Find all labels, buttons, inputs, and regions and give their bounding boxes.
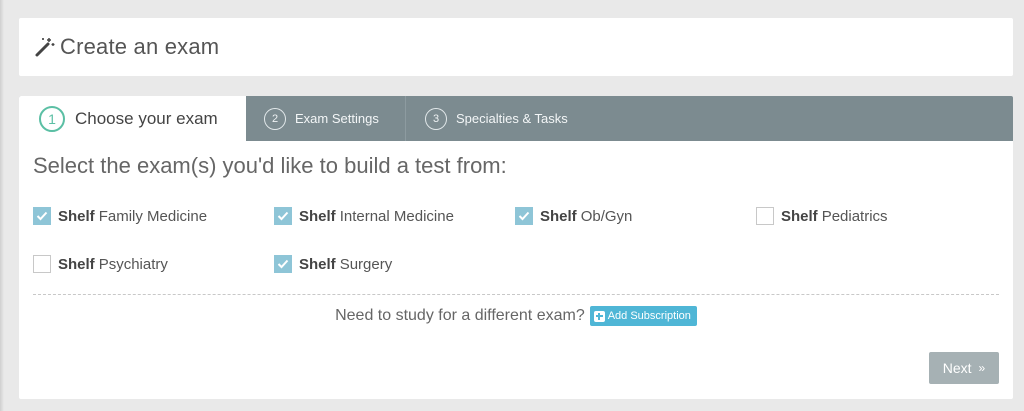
option-prefix: Shelf <box>781 207 818 225</box>
option-label: Ob/Gyn <box>580 207 633 225</box>
checkbox-checked[interactable] <box>274 207 292 225</box>
checkmark-icon <box>518 211 530 221</box>
checkmark-icon <box>277 211 289 221</box>
option-prefix: Shelf <box>540 207 577 225</box>
tab-choose-exam[interactable]: 1 Choose your exam <box>19 96 246 141</box>
page-title: Create an exam <box>60 34 220 59</box>
option-label: Pediatrics <box>821 207 888 225</box>
tab-label: Choose your exam <box>75 108 218 128</box>
tab-label: Exam Settings <box>295 111 379 126</box>
dashed-divider <box>33 294 999 295</box>
checkbox-checked[interactable] <box>515 207 533 225</box>
option-label: Internal Medicine <box>339 207 454 225</box>
next-button[interactable]: Next » <box>929 352 999 384</box>
exam-option-ob-gyn[interactable]: Shelf Ob/Gyn <box>515 207 632 225</box>
option-prefix: Shelf <box>58 255 95 273</box>
step-number-badge: 2 <box>264 107 286 130</box>
checkbox-checked[interactable] <box>33 207 51 225</box>
subscription-prompt-text: Need to study for a different exam? <box>335 307 585 324</box>
create-exam-wizard: 1 Choose your exam 2 Exam Settings 3 Spe… <box>19 96 1013 399</box>
exam-option-psychiatry[interactable]: Shelf Psychiatry <box>33 255 168 273</box>
exam-option-family-medicine[interactable]: Shelf Family Medicine <box>33 207 207 225</box>
checkbox-unchecked[interactable] <box>33 255 51 273</box>
checkbox-unchecked[interactable] <box>756 207 774 225</box>
add-subscription-button[interactable]: Add Subscription <box>589 306 697 326</box>
option-label: Family Medicine <box>98 207 208 225</box>
magic-wand-icon <box>34 36 56 58</box>
tab-label: Specialties & Tasks <box>456 111 568 126</box>
option-prefix: Shelf <box>299 207 336 225</box>
exam-option-internal-medicine[interactable]: Shelf Internal Medicine <box>274 207 454 225</box>
step-number-badge: 1 <box>39 105 65 132</box>
option-prefix: Shelf <box>299 255 336 273</box>
double-chevron-right-icon: » <box>978 361 986 375</box>
checkmark-icon <box>36 211 48 221</box>
exam-option-pediatrics[interactable]: Shelf Pediatrics <box>756 207 888 225</box>
checkbox-checked[interactable] <box>274 255 292 273</box>
wizard-tabbar: 1 Choose your exam 2 Exam Settings 3 Spe… <box>19 96 1013 141</box>
section-heading: Select the exam(s) you'd like to build a… <box>33 153 507 178</box>
page-header: Create an exam <box>19 18 1013 76</box>
step-number-badge: 3 <box>425 107 447 130</box>
next-label: Next <box>942 360 972 376</box>
exam-option-surgery[interactable]: Shelf Surgery <box>274 255 392 273</box>
option-prefix: Shelf <box>58 207 95 225</box>
window-edge-shadow <box>0 0 4 411</box>
add-subscription-label: Add Subscription <box>607 310 691 322</box>
checkmark-icon <box>277 259 289 269</box>
tab-specialties-tasks[interactable]: 3 Specialties & Tasks <box>406 96 626 141</box>
option-label: Psychiatry <box>98 255 168 273</box>
option-label: Surgery <box>339 255 393 273</box>
subscription-prompt: Need to study for a different exam? Add … <box>19 306 1013 326</box>
tab-exam-settings[interactable]: 2 Exam Settings <box>246 96 406 141</box>
plus-icon <box>593 310 605 322</box>
